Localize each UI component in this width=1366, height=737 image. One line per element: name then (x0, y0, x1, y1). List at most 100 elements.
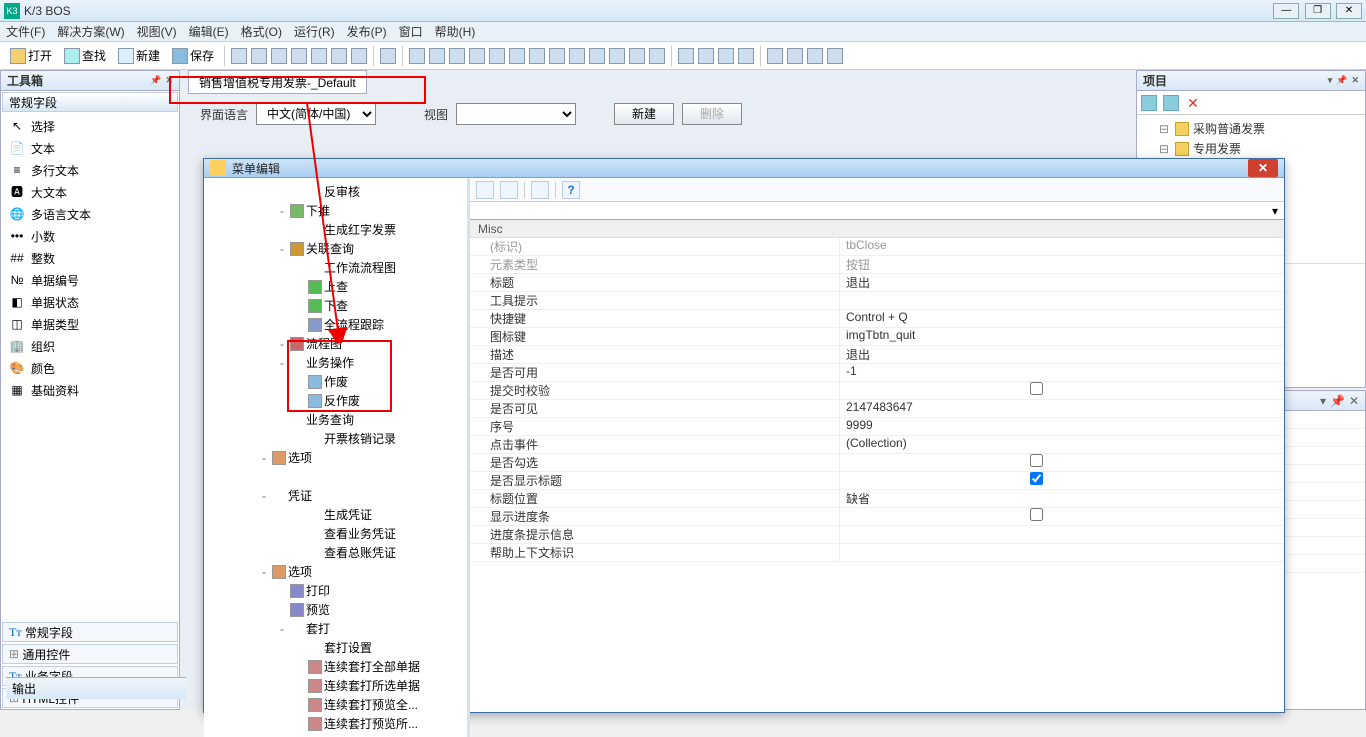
expand-icon[interactable]: - (258, 489, 270, 503)
menu-tree-node[interactable]: -凭证 (204, 486, 467, 505)
menu-help[interactable]: 帮助(H) (435, 23, 476, 40)
property-row[interactable]: 标题退出 (470, 274, 1284, 292)
property-row[interactable]: 是否可见2147483647 (470, 400, 1284, 418)
toolbar-icon[interactable] (311, 48, 327, 64)
property-row[interactable]: 帮助上下文标识 (470, 544, 1284, 562)
property-selector[interactable]: ▾ (470, 202, 1284, 220)
menu-tree-node[interactable]: 工作流流程图 (204, 258, 467, 277)
refresh-icon[interactable] (1141, 95, 1157, 111)
property-row[interactable]: 序号9999 (470, 418, 1284, 436)
menu-tree-node[interactable]: 生成凭证 (204, 505, 467, 524)
toolbar-icon[interactable] (629, 48, 645, 64)
menu-publish[interactable]: 发布(P) (347, 23, 387, 40)
copy-icon[interactable] (1163, 95, 1179, 111)
menu-tree-node[interactable]: 反审核 (204, 182, 467, 201)
menu-solution[interactable]: 解决方案(W) (57, 23, 124, 40)
toolbox-section[interactable]: ⊞ 通用控件 (2, 644, 178, 664)
toolbar-icon[interactable] (807, 48, 823, 64)
menu-tree-node[interactable]: 业务查询 (204, 410, 467, 429)
toolbar-icon[interactable] (767, 48, 783, 64)
property-checkbox[interactable] (1030, 382, 1043, 395)
property-row[interactable]: 图标键imgTbtn_quit (470, 328, 1284, 346)
menu-tree-node[interactable]: 查看业务凭证 (204, 524, 467, 543)
delete-icon[interactable]: ✕ (1185, 95, 1201, 111)
expand-icon[interactable]: - (276, 356, 288, 370)
property-value[interactable]: -1 (840, 364, 1284, 381)
menu-tree-node[interactable]: 连续套打所选单据 (204, 676, 467, 695)
menu-tree-node[interactable]: -流程图 (204, 334, 467, 353)
toolbar-icon[interactable] (787, 48, 803, 64)
toolbox-item[interactable]: •••小数 (3, 225, 177, 247)
menu-format[interactable]: 格式(O) (241, 23, 282, 40)
toolbox-item[interactable]: 🌐多语言文本 (3, 203, 177, 225)
toolbar-icon[interactable] (351, 48, 367, 64)
close-button[interactable]: ✕ (1336, 3, 1362, 19)
output-panel-header[interactable]: 输出 (6, 677, 186, 699)
toolbar-icon[interactable] (549, 48, 565, 64)
menu-window[interactable]: 窗口 (399, 23, 423, 40)
toolbox-item[interactable]: 🏢组织 (3, 335, 177, 357)
menu-tree-node[interactable]: 连续套打预览所... (204, 714, 467, 733)
toolbar-icon[interactable] (649, 48, 665, 64)
view-select[interactable] (456, 103, 576, 125)
property-row[interactable]: 元素类型按钮 (470, 256, 1284, 274)
lang-select[interactable]: 中文(简体/中国) (256, 103, 376, 125)
property-value[interactable]: 缺省 (840, 490, 1284, 507)
menu-edit[interactable]: 编辑(E) (189, 23, 229, 40)
close-icon[interactable]: ✕ (165, 75, 173, 86)
property-value[interactable] (840, 454, 1284, 471)
toolbar-icon[interactable] (529, 48, 545, 64)
sort-icon[interactable] (500, 181, 518, 199)
expand-icon[interactable]: - (276, 242, 288, 256)
toolbox-item[interactable]: №单据编号 (3, 269, 177, 291)
toolbar-icon[interactable] (589, 48, 605, 64)
property-value[interactable] (840, 292, 1284, 309)
toolbar-icon[interactable] (718, 48, 734, 64)
toolbox-item[interactable]: ◧单据状态 (3, 291, 177, 313)
property-value[interactable]: (Collection) (840, 436, 1284, 453)
property-row[interactable]: 点击事件(Collection) (470, 436, 1284, 454)
close-icon[interactable]: ✕ (1351, 75, 1359, 86)
menu-tree-node[interactable]: -下推 (204, 201, 467, 220)
menu-tree-node[interactable]: 预览 (204, 600, 467, 619)
property-row[interactable]: 提交时校验 (470, 382, 1284, 400)
menu-tree-node[interactable]: 查看总账凭证 (204, 543, 467, 562)
menu-tree-node[interactable]: 连续套打全部单据 (204, 657, 467, 676)
property-row[interactable]: 是否显示标题 (470, 472, 1284, 490)
toolbox-item[interactable]: 📄文本 (3, 137, 177, 159)
property-row[interactable]: 快捷键Control + Q (470, 310, 1284, 328)
new-view-button[interactable]: 新建 (614, 103, 674, 125)
toolbar-icon[interactable] (609, 48, 625, 64)
maximize-button[interactable]: ❐ (1305, 3, 1331, 19)
document-tab[interactable]: 销售增值税专用发票-_Default (188, 70, 367, 94)
expand-icon[interactable]: - (276, 622, 288, 636)
menu-tree-node[interactable] (204, 467, 467, 486)
toolbox-item[interactable]: 🅰大文本 (3, 181, 177, 203)
open-button[interactable]: 打开 (6, 45, 56, 66)
expand-icon[interactable]: - (258, 565, 270, 579)
menu-tree-node[interactable]: 开票核销记录 (204, 429, 467, 448)
menu-tree-node[interactable]: -关联查询 (204, 239, 467, 258)
property-value[interactable]: 退出 (840, 274, 1284, 291)
property-value[interactable]: imgTbtn_quit (840, 328, 1284, 345)
toolbox-item[interactable]: 🎨颜色 (3, 357, 177, 379)
property-row[interactable]: (标识)tbClose (470, 238, 1284, 256)
menu-file[interactable]: 文件(F) (6, 23, 45, 40)
expand-icon[interactable]: - (276, 337, 288, 351)
property-value[interactable] (840, 382, 1284, 399)
menu-tree-node[interactable]: 连续套打预览全... (204, 695, 467, 714)
toolbar-icon[interactable] (271, 48, 287, 64)
expand-icon[interactable]: - (258, 451, 270, 465)
project-tree-node[interactable]: ⊟专用发票 (1141, 139, 1361, 159)
toolbox-section[interactable]: Tт 常规字段 (2, 622, 178, 642)
property-value[interactable]: 按钮 (840, 256, 1284, 273)
pin-icon[interactable]: 📌 (1330, 394, 1345, 408)
property-checkbox[interactable] (1030, 472, 1043, 485)
project-tree-node[interactable]: ⊟采购普通发票 (1141, 119, 1361, 139)
toolbar-icon[interactable] (569, 48, 585, 64)
new-button[interactable]: 新建 (114, 45, 164, 66)
toolbar-icon[interactable] (738, 48, 754, 64)
expand-icon[interactable]: - (276, 204, 288, 218)
property-category[interactable]: Misc (470, 220, 1284, 238)
toolbar-icon[interactable] (331, 48, 347, 64)
